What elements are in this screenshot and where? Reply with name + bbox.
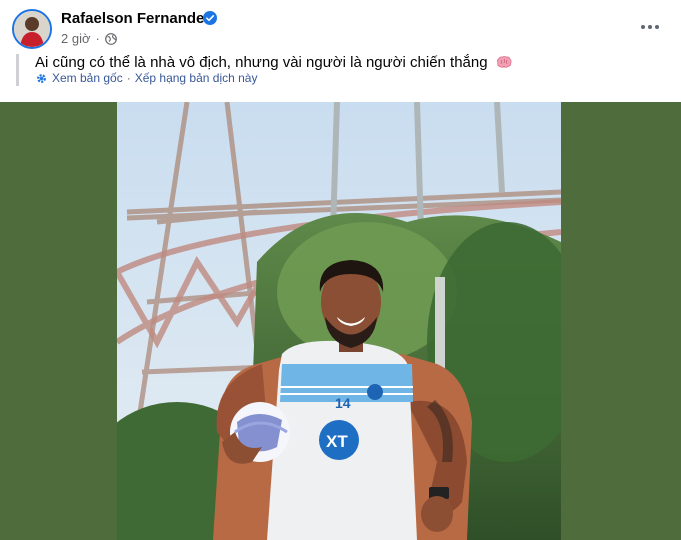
translation-bar: Xem bản gốc · Xếp hạng bản dịch này <box>35 71 257 85</box>
post-timestamp[interactable]: 2 giờ <box>61 31 91 46</box>
facebook-post: Rafaelson Fernandes 2 giờ · Ai cũng có t… <box>0 0 681 540</box>
more-dot <box>655 25 659 29</box>
more-dot <box>648 25 652 29</box>
brain-emoji-icon <box>496 56 512 68</box>
meta-separator: · <box>95 31 100 46</box>
jersey-sponsor: XT <box>326 432 348 451</box>
jersey-number: 14 <box>335 395 351 411</box>
translate-divider: · <box>126 71 131 85</box>
post-photo[interactable]: 14 XT <box>117 102 561 540</box>
post-header: Rafaelson Fernandes 2 giờ · Ai cũng có t… <box>0 0 681 102</box>
rate-translation-link[interactable]: Xếp hạng bản dịch này <box>135 71 258 85</box>
more-dot <box>641 25 645 29</box>
post-media: 14 XT <box>0 102 681 540</box>
see-original-link[interactable]: Xem bản gốc <box>52 71 123 85</box>
post-meta: 2 giờ · <box>61 31 117 46</box>
author-name[interactable]: Rafaelson Fernandes <box>61 10 213 27</box>
translate-settings-icon[interactable] <box>35 72 48 85</box>
verified-badge-icon <box>203 11 217 25</box>
post-caption: Ai cũng có thể là nhà vô địch, nhưng vài… <box>35 54 512 72</box>
author-avatar[interactable] <box>12 9 52 49</box>
globe-icon[interactable] <box>104 32 117 45</box>
caption-text: Ai cũng có thể là nhà vô địch, nhưng vài… <box>35 54 488 71</box>
more-options-button[interactable] <box>635 12 665 42</box>
